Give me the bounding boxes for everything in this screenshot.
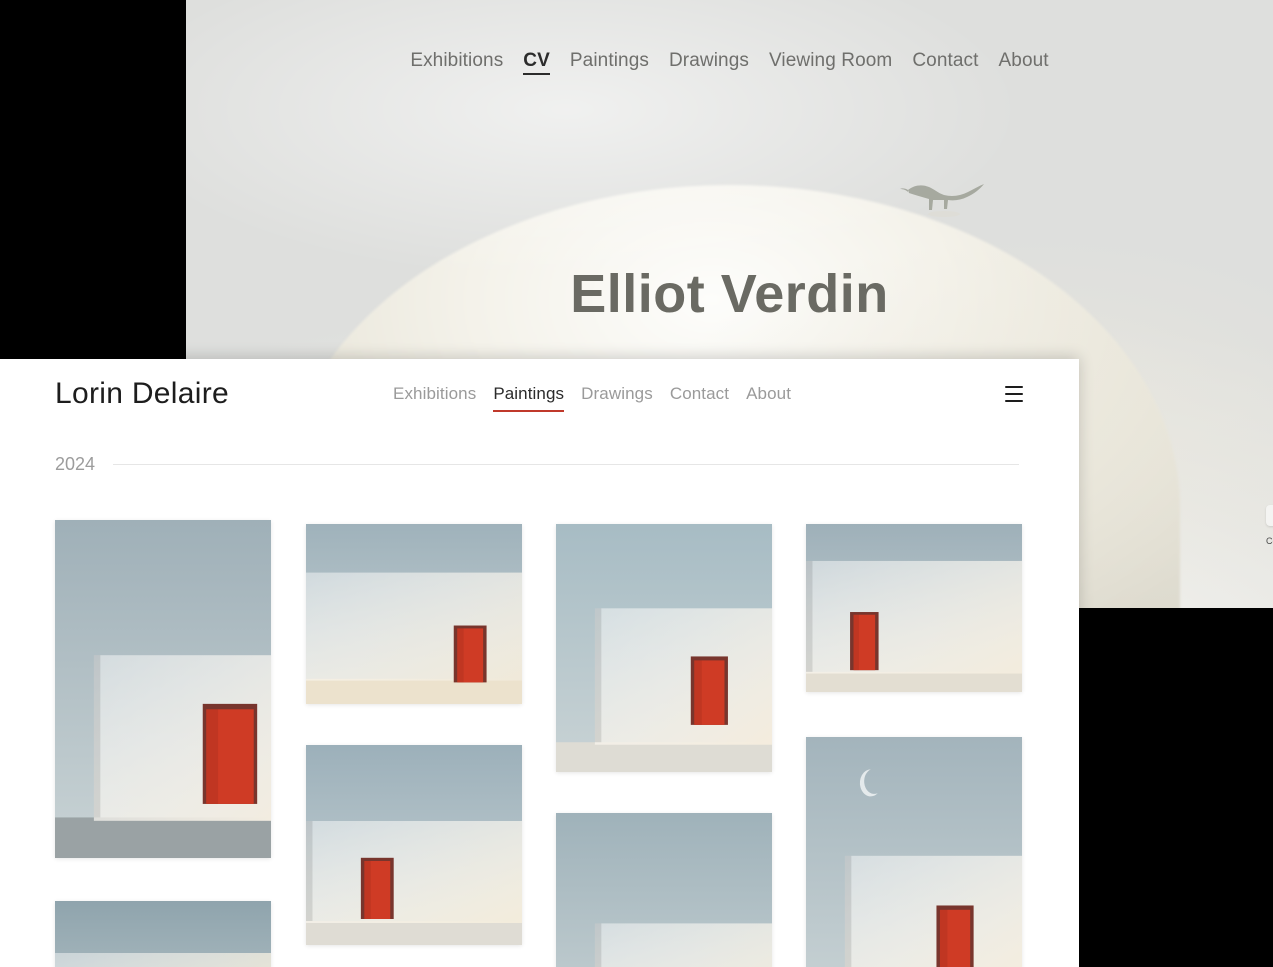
- background-site-title: Elliot Verdin: [570, 264, 889, 324]
- nav-item-exhibitions[interactable]: Exhibitions: [393, 384, 476, 410]
- nav-item-paintings[interactable]: Paintings: [493, 384, 565, 412]
- hamburger-bar: [1005, 393, 1023, 395]
- painting-thumbnail[interactable]: [306, 745, 522, 945]
- portfolio-window: Lorin Delaire Exhibitions Paintings Drawin…: [0, 359, 1079, 967]
- paintings-grid: [55, 520, 1023, 967]
- background-site-nav[interactable]: Exhibitions CV Paintings Drawings Viewing Ro…: [186, 50, 1273, 75]
- dinosaur-figure-icon: [900, 184, 984, 217]
- linkedin-icon[interactable]: [1266, 505, 1273, 526]
- year-label: 2024: [55, 454, 96, 474]
- bg-nav-item-exhibitions[interactable]: Exhibitions: [410, 50, 503, 72]
- portfolio-nav[interactable]: Exhibitions Paintings Drawings Contact About: [393, 384, 791, 412]
- nav-item-about[interactable]: About: [746, 384, 791, 410]
- painting-thumbnail[interactable]: [556, 813, 772, 967]
- hamburger-bar: [1005, 386, 1023, 388]
- bg-nav-item-cv[interactable]: CV: [523, 50, 550, 75]
- screenshot-stage: Exhibitions CV Paintings Drawings Viewing Ro…: [0, 0, 1273, 967]
- desktop-background-left: [0, 0, 186, 359]
- hamburger-bar: [1005, 400, 1023, 402]
- painting-thumbnail[interactable]: [556, 524, 772, 772]
- painting-thumbnail[interactable]: [55, 520, 271, 858]
- painting-thumbnail[interactable]: [306, 524, 522, 704]
- year-divider: [113, 464, 1019, 465]
- hamburger-icon[interactable]: [1005, 386, 1023, 402]
- portfolio-header: Lorin Delaire Exhibitions Paintings Drawin…: [0, 359, 1079, 433]
- painting-thumbnail[interactable]: [806, 524, 1022, 692]
- painting-thumbnail[interactable]: [55, 901, 271, 967]
- site-logo[interactable]: Lorin Delaire: [55, 377, 229, 411]
- bg-nav-item-about[interactable]: About: [999, 50, 1049, 72]
- nav-item-drawings[interactable]: Drawings: [581, 384, 653, 410]
- painting-thumbnail[interactable]: [806, 737, 1022, 967]
- social-links[interactable]: [1266, 505, 1273, 526]
- nav-item-contact[interactable]: Contact: [670, 384, 729, 410]
- bg-nav-item-paintings[interactable]: Paintings: [570, 50, 649, 72]
- copyright-text: Copyright © 2024, Elliot Verdin: [1266, 536, 1273, 546]
- bg-nav-item-viewing-room[interactable]: Viewing Room: [769, 50, 892, 72]
- background-site-footer: Copyright © 2024, Elliot Verdin: [1266, 505, 1273, 546]
- year-section-header: 2024: [55, 454, 1019, 475]
- bg-nav-item-drawings[interactable]: Drawings: [669, 50, 749, 72]
- bg-nav-item-contact[interactable]: Contact: [912, 50, 978, 72]
